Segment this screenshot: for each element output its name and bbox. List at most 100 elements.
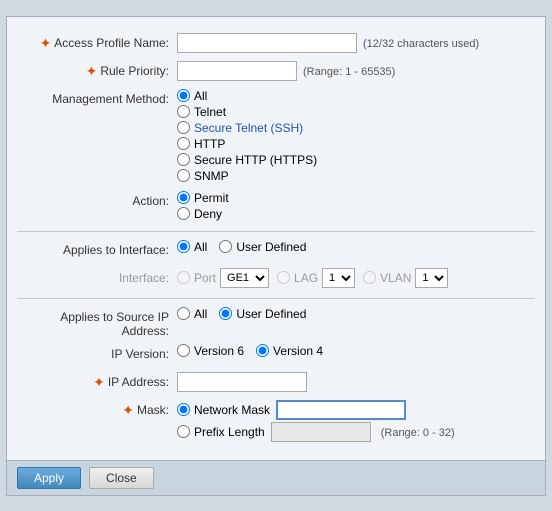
action-label-col: Action: [17, 191, 177, 208]
mgmt-ssh-radio[interactable] [177, 121, 190, 134]
divider-2 [17, 298, 535, 299]
srcip-userdefined-radio[interactable] [219, 307, 232, 320]
rule-priority-hint: (Range: 1 - 65535) [303, 63, 395, 78]
ip-address-input[interactable]: 192.168.1.233 [177, 372, 307, 392]
rule-priority-input[interactable]: 1 [177, 61, 297, 81]
mgmt-http-radio[interactable] [177, 137, 190, 150]
interface-value-col: Port GE1 LAG 1 VLAN 1 [177, 268, 535, 288]
mgmt-all-label: All [194, 89, 207, 103]
ipv6-label: Version 6 [194, 344, 244, 358]
prefix-length-input[interactable] [271, 422, 371, 442]
prefix-length-hint: (Range: 0 - 32) [381, 424, 455, 439]
iface-lag-radio[interactable] [277, 271, 290, 284]
ip-address-label: IP Address: [108, 375, 169, 389]
ip-version-label-col: IP Version: [17, 344, 177, 361]
action-label: Action: [132, 194, 169, 208]
action-bar: Apply Close [7, 460, 545, 495]
required-star-4: ✦ [122, 403, 134, 417]
access-profile-name-input[interactable]: RestrictByIp [177, 33, 357, 53]
prefix-length-item[interactable]: Prefix Length (Range: 0 - 32) [177, 422, 535, 442]
iface-vlan-radio[interactable] [363, 271, 376, 284]
applies-interface-label-col: Applies to Interface: [17, 240, 177, 257]
network-mask-radio[interactable] [177, 403, 190, 416]
ipv4-item[interactable]: Version 4 [256, 344, 323, 358]
ipv4-radio[interactable] [256, 344, 269, 357]
divider-1 [17, 231, 535, 232]
management-method-row: Management Method: All Telnet Secure Tel… [17, 89, 535, 185]
mgmt-http-item[interactable]: HTTP [177, 137, 535, 151]
iface-port-radio[interactable] [177, 271, 190, 284]
network-mask-item[interactable]: Network Mask 255.255.255.255 [177, 400, 535, 420]
ipv6-radio[interactable] [177, 344, 190, 357]
iface-vlan-select[interactable]: 1 [415, 268, 448, 288]
rule-priority-row: ✦ Rule Priority: 1 (Range: 1 - 65535) [17, 61, 535, 83]
interface-row: Interface: Port GE1 LAG 1 VLAN [17, 268, 535, 290]
mgmt-snmp-item[interactable]: SNMP [177, 169, 535, 183]
mgmt-snmp-label: SNMP [194, 169, 229, 183]
access-profile-name-hint: (12/32 characters used) [363, 35, 479, 50]
rule-priority-label-col: ✦ Rule Priority: [17, 61, 177, 78]
required-star-2: ✦ [86, 64, 98, 78]
iface-lag-label: LAG [294, 271, 318, 285]
srcip-all-item[interactable]: All [177, 307, 207, 321]
source-ip-row: Applies to Source IP Address: All User D… [17, 307, 535, 338]
source-ip-options: All User Defined [177, 307, 535, 321]
access-profile-name-row: ✦ Access Profile Name: RestrictByIp (12/… [17, 33, 535, 55]
management-method-options: All Telnet Secure Telnet (SSH) HTTP Secu… [177, 89, 535, 185]
iface-userdefined-radio[interactable] [219, 240, 232, 253]
mgmt-ssh-item[interactable]: Secure Telnet (SSH) [177, 121, 535, 135]
mgmt-http-label: HTTP [194, 137, 225, 151]
action-permit-item[interactable]: Permit [177, 191, 535, 205]
iface-port-select[interactable]: GE1 [220, 268, 269, 288]
access-profile-name-label: Access Profile Name: [54, 36, 169, 50]
rule-priority-value-col: 1 (Range: 1 - 65535) [177, 61, 535, 83]
ip-version-options: Version 6 Version 4 [177, 344, 535, 358]
prefix-length-radio[interactable] [177, 425, 190, 438]
action-deny-radio[interactable] [177, 207, 190, 220]
mask-label-col: ✦ Mask: [17, 400, 177, 417]
ip-version-row: IP Version: Version 6 Version 4 [17, 344, 535, 366]
interface-label-col: Interface: [17, 268, 177, 285]
iface-userdefined-label: User Defined [236, 240, 306, 254]
srcip-all-radio[interactable] [177, 307, 190, 320]
network-mask-input[interactable]: 255.255.255.255 [276, 400, 406, 420]
mgmt-telnet-radio[interactable] [177, 105, 190, 118]
ipv6-item[interactable]: Version 6 [177, 344, 244, 358]
mask-options: Network Mask 255.255.255.255 Prefix Leng… [177, 400, 535, 444]
ip-address-value-col: 192.168.1.233 [177, 372, 535, 394]
mgmt-telnet-label: Telnet [194, 105, 226, 119]
management-method-label-col: Management Method: [17, 89, 177, 106]
mask-row: ✦ Mask: Network Mask 255.255.255.255 Pre… [17, 400, 535, 444]
rule-priority-label: Rule Priority: [100, 64, 169, 78]
mgmt-telnet-item[interactable]: Telnet [177, 105, 535, 119]
action-permit-label: Permit [194, 191, 229, 205]
iface-vlan-label: VLAN [380, 271, 411, 285]
iface-all-radio[interactable] [177, 240, 190, 253]
iface-lag-select[interactable]: 1 [322, 268, 355, 288]
mgmt-https-radio[interactable] [177, 153, 190, 166]
ipv4-label: Version 4 [273, 344, 323, 358]
applies-interface-label: Applies to Interface: [63, 243, 169, 257]
apply-button[interactable]: Apply [17, 467, 81, 489]
management-method-label: Management Method: [52, 92, 169, 106]
action-row: Action: Permit Deny [17, 191, 535, 223]
iface-all-label: All [194, 240, 207, 254]
required-star-1: ✦ [40, 36, 52, 50]
prefix-length-label: Prefix Length [194, 425, 265, 439]
action-deny-label: Deny [194, 207, 222, 221]
close-button[interactable]: Close [89, 467, 154, 489]
iface-all-item[interactable]: All [177, 240, 207, 254]
ip-address-label-col: ✦ IP Address: [17, 372, 177, 389]
mgmt-all-item[interactable]: All [177, 89, 535, 103]
srcip-userdefined-item[interactable]: User Defined [219, 307, 306, 321]
access-profile-name-label-col: ✦ Access Profile Name: [17, 33, 177, 50]
action-deny-item[interactable]: Deny [177, 207, 535, 221]
action-permit-radio[interactable] [177, 191, 190, 204]
mask-label: Mask: [137, 403, 169, 417]
iface-userdefined-item[interactable]: User Defined [219, 240, 306, 254]
mgmt-https-item[interactable]: Secure HTTP (HTTPS) [177, 153, 535, 167]
ip-address-row: ✦ IP Address: 192.168.1.233 [17, 372, 535, 394]
mgmt-snmp-radio[interactable] [177, 169, 190, 182]
mgmt-all-radio[interactable] [177, 89, 190, 102]
source-ip-label: Applies to Source IP Address: [17, 310, 169, 338]
